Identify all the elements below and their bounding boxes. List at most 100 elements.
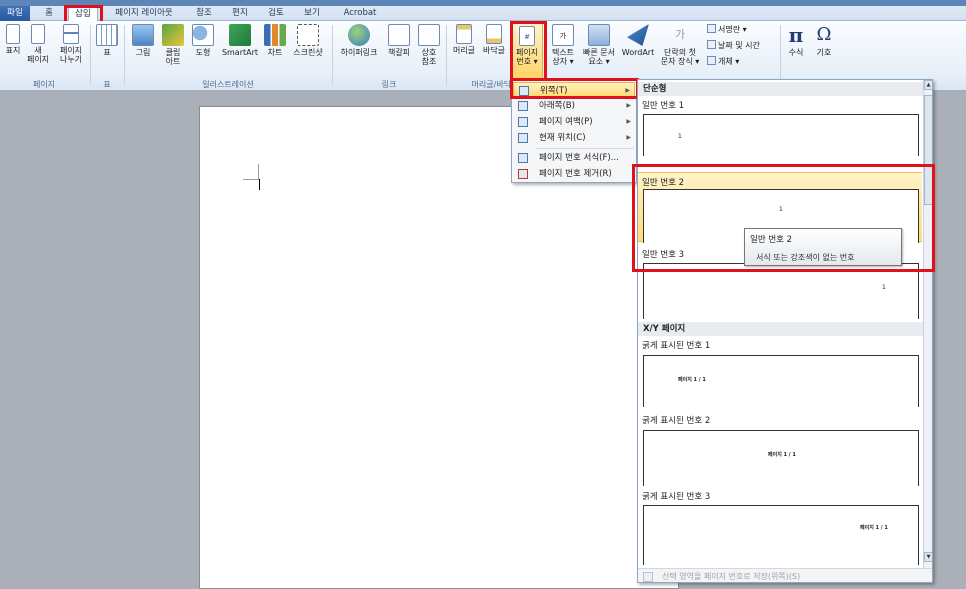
crop-mark-horizontal (243, 179, 259, 180)
footer-button[interactable]: 바닥글 (480, 24, 508, 55)
gallery-thumbnail: 페이지 1 / 1 (643, 430, 919, 486)
menu-item-top-of-page[interactable]: 위쪽(T) ▶ (513, 82, 635, 98)
table-button[interactable]: 표 (94, 24, 120, 57)
textbox-label-1: 텍스트 (551, 48, 575, 57)
page-number-gallery: 단순형 일반 번호 1 1 일반 번호 2 1 일반 번호 3 1 X/Y 페이… (637, 79, 933, 583)
clipart-button[interactable]: 클립 아트 (160, 24, 186, 66)
table-label: 표 (103, 48, 111, 57)
cover-page-label: 표지 (5, 46, 21, 55)
scroll-down-icon[interactable]: ▼ (924, 552, 932, 562)
gallery-item-title: 일반 번호 1 (642, 101, 685, 111)
page-number-preview: 1 (678, 133, 682, 140)
tab-page-layout[interactable]: 페이지 레이아웃 (108, 6, 180, 21)
equation-button[interactable]: π 수식 (784, 24, 808, 57)
object-button[interactable]: 개체 ▾ (707, 56, 739, 67)
object-icon (707, 56, 716, 65)
drop-cap-label-2: 문자 장식 ▾ (660, 57, 700, 66)
page-number-preview: 페이지 1 / 1 (768, 452, 796, 458)
cover-page-button[interactable]: 표지 (2, 24, 24, 55)
current-position-icon (518, 133, 528, 143)
tab-acrobat[interactable]: Acrobat (340, 6, 380, 21)
page-number-preview: 1 (779, 206, 783, 213)
tab-file[interactable]: 파일 (0, 6, 30, 21)
new-page-label-1: 새 (34, 46, 42, 55)
menu-item-label: 페이지 여백(P) (539, 117, 593, 127)
date-time-button[interactable]: 날짜 및 시간 (707, 40, 760, 51)
signature-label: 서명란 ▾ (718, 25, 747, 34)
picture-button[interactable]: 그림 (130, 24, 156, 57)
gallery-thumbnail: 페이지 1 / 1 (643, 355, 919, 407)
wordart-button[interactable]: WordArt (620, 24, 656, 57)
chart-label: 차트 (267, 48, 283, 57)
quick-parts-label-1: 빠른 문서 (583, 48, 615, 57)
table-group-label: 표 (103, 80, 111, 89)
gallery-item-title: 굵게 표시된 번호 3 (642, 492, 711, 502)
header-icon (456, 24, 472, 44)
drop-cap-button[interactable]: 가 단락의 첫 문자 장식 ▾ (658, 24, 702, 66)
pages-group-label: 페이지 (32, 80, 56, 89)
page-number-label-2: 번호 ▾ (516, 57, 538, 66)
gallery-scrollbar[interactable]: ▲ ▼ (923, 80, 932, 570)
tab-mailings[interactable]: 편지 (228, 6, 252, 21)
illustrations-group-label: 일러스트레이션 (202, 80, 254, 89)
tab-review[interactable]: 검토 (264, 6, 288, 21)
symbol-label: 기호 (816, 48, 832, 57)
submenu-arrow-icon: ▶ (625, 87, 630, 94)
gallery-category-simple: 단순형 (638, 82, 924, 96)
gallery-footer-label: 선택 영역을 페이지 번호로 저장(위쪽)(S) (662, 572, 801, 581)
menu-item-current-position[interactable]: 현재 위치(C) ▶ (513, 130, 635, 146)
page-number-icon: # (519, 26, 535, 46)
page-margin-icon (518, 117, 528, 127)
group-separator (446, 25, 447, 85)
cross-reference-label-1: 상호 (421, 48, 437, 57)
smartart-button[interactable]: SmartArt (220, 24, 260, 57)
footer-icon (486, 24, 502, 44)
page-break-icon (63, 24, 79, 44)
object-label: 개체 ▾ (718, 57, 740, 66)
gallery-item-title: 굵게 표시된 번호 1 (642, 341, 711, 351)
tab-insert[interactable]: 삽입 (68, 6, 98, 22)
remove-page-number-icon (518, 169, 528, 179)
page-number-menu: 위쪽(T) ▶ 아래쪽(B) ▶ 페이지 여백(P) ▶ 현재 위치(C) ▶ 페이지 … (511, 79, 637, 183)
header-button[interactable]: 머리글 (450, 24, 478, 55)
date-time-label: 날짜 및 시간 (718, 41, 760, 50)
cross-reference-button[interactable]: 상호 참조 (416, 24, 442, 66)
gallery-thumbnail: 페이지 1 / 1 (643, 505, 919, 565)
tab-view[interactable]: 보기 (300, 6, 324, 21)
bookmark-button[interactable]: 책갈피 (384, 24, 414, 57)
tab-references[interactable]: 참조 (192, 6, 216, 21)
menu-item-format-page-numbers[interactable]: 페이지 번호 서식(F)... (513, 150, 635, 166)
menu-item-bottom-of-page[interactable]: 아래쪽(B) ▶ (513, 98, 635, 114)
screenshot-button[interactable]: 스크린샷 (290, 24, 326, 57)
gallery-item-title: 일반 번호 2 (642, 178, 685, 188)
textbox-button[interactable]: 가 텍스트 상자 ▾ (548, 24, 578, 66)
symbol-button[interactable]: Ω 기호 (812, 24, 836, 57)
page-number-button[interactable]: # 페이지 번호 ▾ (511, 23, 543, 79)
chart-button[interactable]: 차트 (262, 24, 288, 57)
scroll-up-icon[interactable]: ▲ (924, 80, 932, 90)
group-separator (780, 25, 781, 85)
hyperlink-label: 하이퍼링크 (340, 48, 378, 57)
page-number-preview: 페이지 1 / 1 (678, 377, 706, 383)
scroll-thumb[interactable] (924, 95, 932, 205)
submenu-arrow-icon: ▶ (626, 118, 631, 125)
quick-parts-button[interactable]: 빠른 문서 요소 ▾ (580, 24, 618, 66)
blank-page-icon (31, 24, 45, 44)
wordart-label: WordArt (621, 48, 655, 57)
tab-home[interactable]: 홈 (40, 6, 58, 21)
tooltip: 일반 번호 2 서식 또는 강조색이 없는 번호 (744, 228, 902, 266)
screenshot-icon (297, 24, 319, 46)
signature-line-button[interactable]: 서명란 ▾ (707, 24, 747, 35)
shapes-button[interactable]: 도형 (190, 24, 216, 57)
hyperlink-button[interactable]: 하이퍼링크 (336, 24, 382, 57)
menu-item-remove-page-numbers[interactable]: 페이지 번호 제거(R) (513, 166, 635, 182)
menu-item-label: 페이지 번호 제거(R) (539, 169, 612, 179)
gallery-thumbnail: 1 (643, 263, 919, 319)
clipart-label-1: 클립 (165, 48, 181, 57)
gallery-item-title: 굵게 표시된 번호 2 (642, 416, 711, 426)
page-break-button[interactable]: 페이지 나누기 (56, 24, 86, 64)
save-selection-icon (643, 572, 653, 582)
menu-item-page-margins[interactable]: 페이지 여백(P) ▶ (513, 114, 635, 130)
new-page-button[interactable]: 새 페이지 (26, 24, 50, 64)
ribbon-tab-bar: 파일 홈 삽입 페이지 레이아웃 참조 편지 검토 보기 Acrobat (0, 6, 966, 22)
